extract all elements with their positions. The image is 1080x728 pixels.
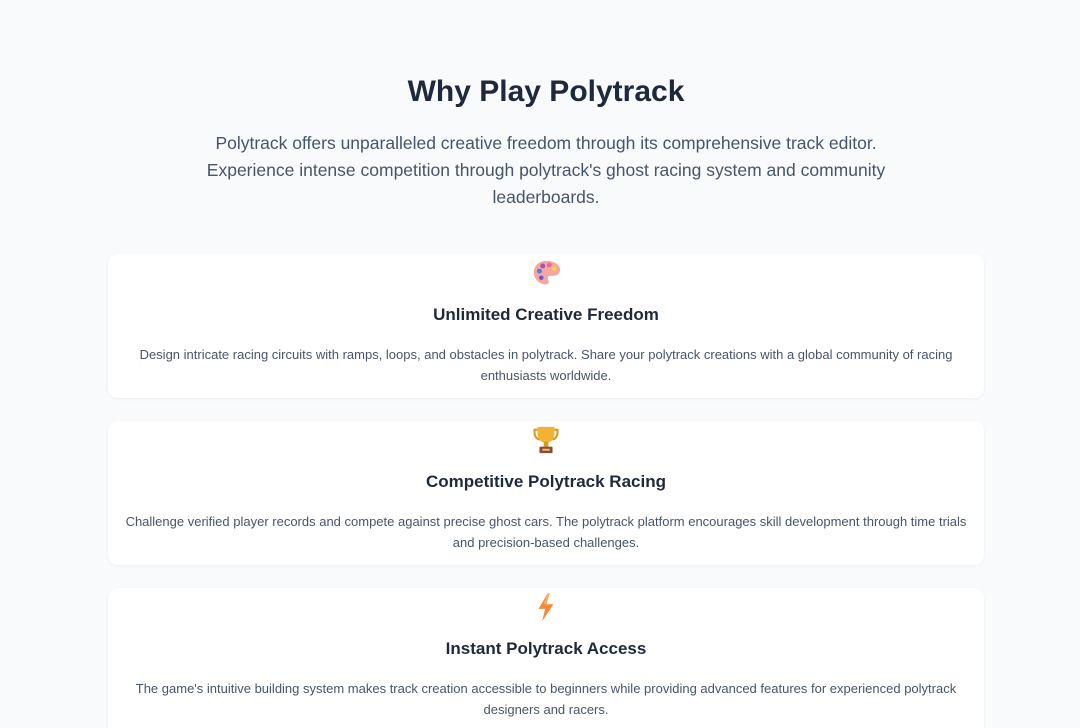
feature-title: Competitive Polytrack Racing bbox=[426, 472, 666, 491]
why-play-section: Why Play Polytrack Polytrack offers unpa… bbox=[0, 0, 1080, 728]
feature-card-competitive-racing: Competitive Polytrack Racing Challenge v… bbox=[108, 421, 984, 565]
feature-title: Unlimited Creative Freedom bbox=[433, 305, 659, 324]
lightning-icon bbox=[108, 592, 984, 622]
feature-card-creative-freedom: Unlimited Creative Freedom Design intric… bbox=[108, 254, 984, 398]
feature-description: The game's intuitive building system mak… bbox=[135, 681, 957, 717]
feature-card-instant-access: Instant Polytrack Access The game's intu… bbox=[108, 588, 984, 728]
palette-icon bbox=[108, 258, 984, 288]
feature-description: Challenge verified player records and co… bbox=[125, 514, 967, 550]
section-intro: Polytrack offers unparalleled creative f… bbox=[206, 133, 886, 207]
feature-title: Instant Polytrack Access bbox=[445, 639, 647, 658]
trophy-icon bbox=[108, 425, 984, 455]
section-title: Why Play Polytrack bbox=[407, 75, 685, 108]
feature-description: Design intricate racing circuits with ra… bbox=[139, 347, 953, 383]
